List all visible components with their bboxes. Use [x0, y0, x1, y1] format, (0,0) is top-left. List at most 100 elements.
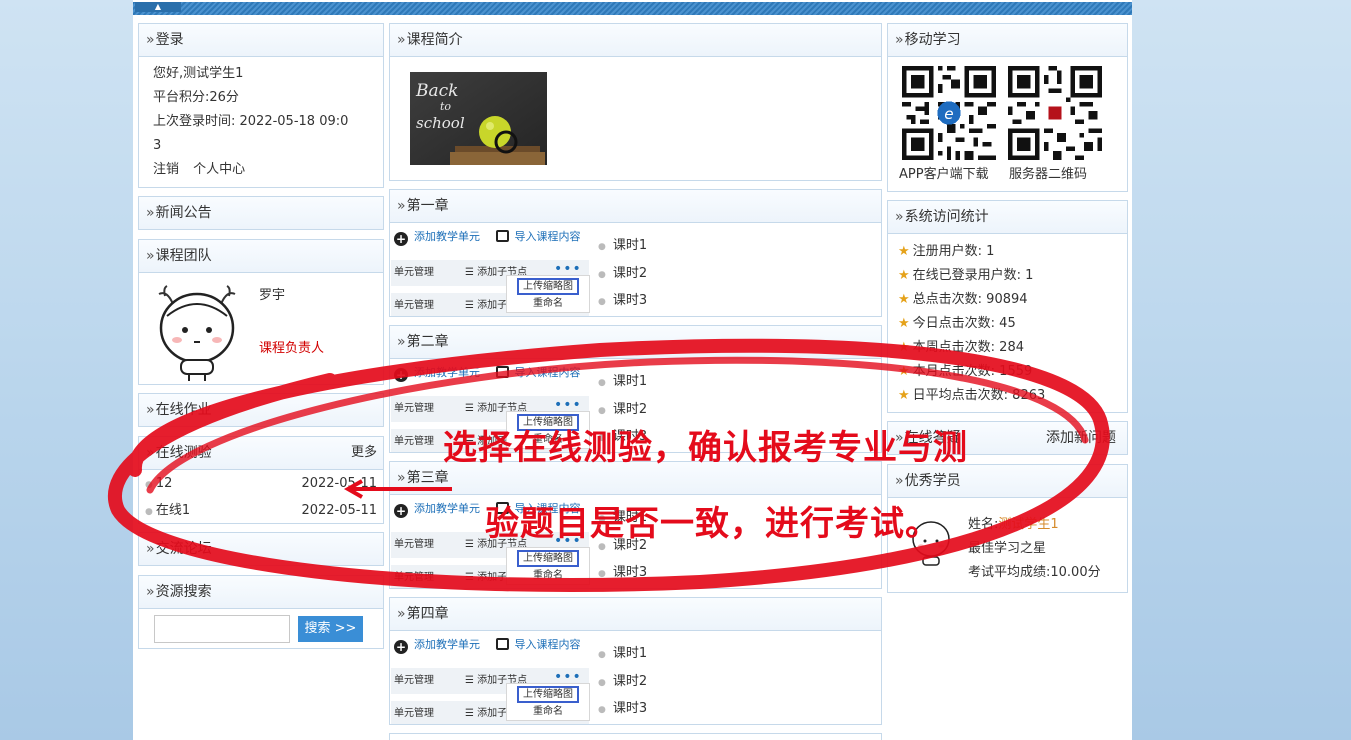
unit-manage-label[interactable]: 单元管理	[394, 300, 434, 311]
rename-option[interactable]: 重命名	[507, 295, 589, 312]
quiz-more-link[interactable]: 更多	[351, 437, 377, 469]
resource-search-header: »资源搜索	[139, 576, 383, 609]
import-icon	[495, 366, 509, 378]
resource-search-input[interactable]	[154, 615, 290, 643]
plus-circle-icon: +	[394, 640, 408, 654]
star-icon: ★	[898, 388, 910, 403]
unit-manage-label[interactable]: 单元管理	[394, 267, 434, 278]
chapter-header: »第一章	[390, 190, 881, 223]
chapter-panel: »第四章 + 添加教学单元 导入课程内容 单元管理 ☰ 添加子节点 ••• 单元管…	[389, 597, 882, 725]
annotation-text-line1: 选择在线测验，确认报考专业与测	[443, 428, 968, 468]
visit-stats-panel: »系统访问统计 ★ 注册用户数: 1 ★ 在线已登录用户数: 1 ★ 总点击次数: 9…	[887, 200, 1128, 413]
top-students-title: 优秀学员	[904, 473, 961, 489]
greeting-text: 您好,测试学生1	[153, 66, 244, 81]
import-content-button[interactable]: 导入课程内容	[495, 638, 581, 651]
upload-thumb-option[interactable]: 上传缩略图	[517, 686, 579, 703]
forum-panel: »交流论坛	[138, 532, 384, 566]
lesson-item[interactable]: ● 课时1	[598, 233, 647, 261]
collapse-toggle[interactable]: ▲	[135, 2, 181, 12]
points-text: 平台积分:26分	[153, 90, 239, 105]
quiz-panel-header: »在线测验 更多	[139, 437, 383, 470]
top-students-header: »优秀学员	[888, 465, 1127, 498]
chapter-title[interactable]: 第一章	[407, 198, 449, 214]
chapter-header: »第四章	[390, 598, 881, 631]
chapter-title[interactable]: 第四章	[407, 606, 449, 622]
team-member-name[interactable]: 罗宇	[259, 284, 285, 303]
course-intro-panel: »课程简介 Back to school	[389, 23, 882, 181]
stat-item: ★ 在线已登录用户数: 1	[898, 268, 1034, 283]
import-content-button[interactable]: 导入课程内容	[495, 230, 581, 243]
cover-chalk-text: Back	[415, 81, 458, 101]
profile-link[interactable]: 个人中心	[193, 162, 245, 177]
star-icon: ★	[898, 268, 910, 283]
news-title: 新闻公告	[155, 205, 212, 221]
import-icon	[495, 638, 509, 650]
unit-manage-label[interactable]: 单元管理	[394, 539, 434, 550]
quiz-item-name[interactable]: 在线1	[156, 503, 190, 518]
rename-option[interactable]: 重命名	[507, 703, 589, 720]
stat-item: ★ 注册用户数: 1	[898, 244, 995, 259]
svg-text:school: school	[416, 114, 465, 132]
forum-title: 交流论坛	[155, 541, 212, 557]
app-download-label[interactable]: APP客户端下载	[899, 163, 989, 182]
add-unit-button[interactable]: + 添加教学单元	[394, 366, 480, 382]
lesson-item[interactable]: ● 课时3	[598, 560, 647, 588]
forum-panel-header[interactable]: »交流论坛	[139, 533, 383, 566]
upload-thumb-option[interactable]: 上传缩略图	[517, 550, 579, 567]
annotation-text-line2: 验题目是否一致，进行考试。	[485, 504, 940, 544]
team-panel: »课程团队 罗宇 课程负责人	[138, 239, 384, 385]
stat-item: ★ 日平均点击次数: 8263	[898, 388, 1046, 403]
quiz-list-item[interactable]: ● 12 2022-05-11	[139, 470, 383, 497]
homework-title: 在线作业	[155, 402, 212, 418]
login-panel: »登录 您好,测试学生1 平台积分:26分 上次登录时间: 2022-05-18…	[138, 23, 384, 188]
team-member-role: 课程负责人	[259, 341, 325, 356]
unit-context-menu: 上传缩略图 重命名	[506, 547, 590, 585]
resource-search-panel: »资源搜索 搜索 >>	[138, 575, 384, 649]
course-intro-header: »课程简介	[390, 24, 881, 57]
unit-manage-label[interactable]: 单元管理	[394, 708, 434, 719]
plus-circle-icon: +	[394, 504, 408, 518]
import-content-button[interactable]: 导入课程内容	[495, 366, 581, 379]
add-unit-button[interactable]: + 添加教学单元	[394, 502, 480, 518]
student-name-link[interactable]: 测试学生1	[998, 517, 1058, 532]
chapter-header: »第二章	[390, 326, 881, 359]
quiz-item-date: 2022-05-11	[301, 503, 377, 518]
unit-manage-label[interactable]: 单元管理	[394, 403, 434, 414]
quiz-item-name[interactable]: 12	[156, 476, 173, 491]
app-qr-code[interactable]: e	[902, 66, 996, 160]
add-unit-button[interactable]: + 添加教学单元	[394, 638, 480, 654]
lesson-item[interactable]: ● 课时3	[598, 696, 647, 724]
logout-link[interactable]: 注销	[153, 162, 179, 177]
lesson-item[interactable]: ● 课时2	[598, 261, 647, 289]
unit-context-menu: 上传缩略图 重命名	[506, 275, 590, 313]
chapter-title[interactable]: 第二章	[407, 334, 449, 350]
top-banner-bar: ▲	[133, 2, 1132, 15]
rename-option[interactable]: 重命名	[507, 567, 589, 584]
import-icon	[495, 230, 509, 242]
news-panel: »新闻公告	[138, 196, 384, 230]
server-qr-code[interactable]	[1008, 66, 1102, 160]
lesson-list: ● 课时1 ● 课时2 ● 课时3	[598, 233, 647, 316]
quiz-title[interactable]: 在线测验	[156, 445, 212, 461]
upload-thumb-option[interactable]: 上传缩略图	[517, 278, 579, 295]
course-intro-title[interactable]: 课程简介	[407, 32, 463, 48]
lesson-item[interactable]: ● 课时1	[598, 369, 647, 397]
unit-manage-label[interactable]: 单元管理	[394, 675, 434, 686]
student-name-row: 姓名:测试学生1	[968, 517, 1059, 532]
lesson-item[interactable]: ● 课时1	[598, 641, 647, 669]
chapter-title[interactable]: 第三章	[407, 470, 449, 486]
unit-manage-label[interactable]: 单元管理	[394, 436, 434, 447]
add-question-link[interactable]: 添加新问题	[1046, 422, 1116, 454]
lesson-item[interactable]: ● 课时2	[598, 669, 647, 697]
plus-circle-icon: +	[394, 232, 408, 246]
lesson-item[interactable]: ● 课时3	[598, 288, 647, 316]
teacher-avatar	[158, 285, 236, 381]
last-login-text-cont: 3	[153, 138, 162, 153]
homework-panel-header[interactable]: »在线作业	[139, 394, 383, 427]
news-panel-header[interactable]: »新闻公告	[139, 197, 383, 230]
quiz-list-item[interactable]: ● 在线1 2022-05-11	[139, 497, 383, 524]
course-cover-image[interactable]: Back to school	[410, 72, 547, 165]
add-unit-button[interactable]: + 添加教学单元	[394, 230, 480, 246]
search-button[interactable]: 搜索 >>	[298, 616, 363, 642]
unit-manage-label[interactable]: 单元管理	[394, 572, 434, 583]
